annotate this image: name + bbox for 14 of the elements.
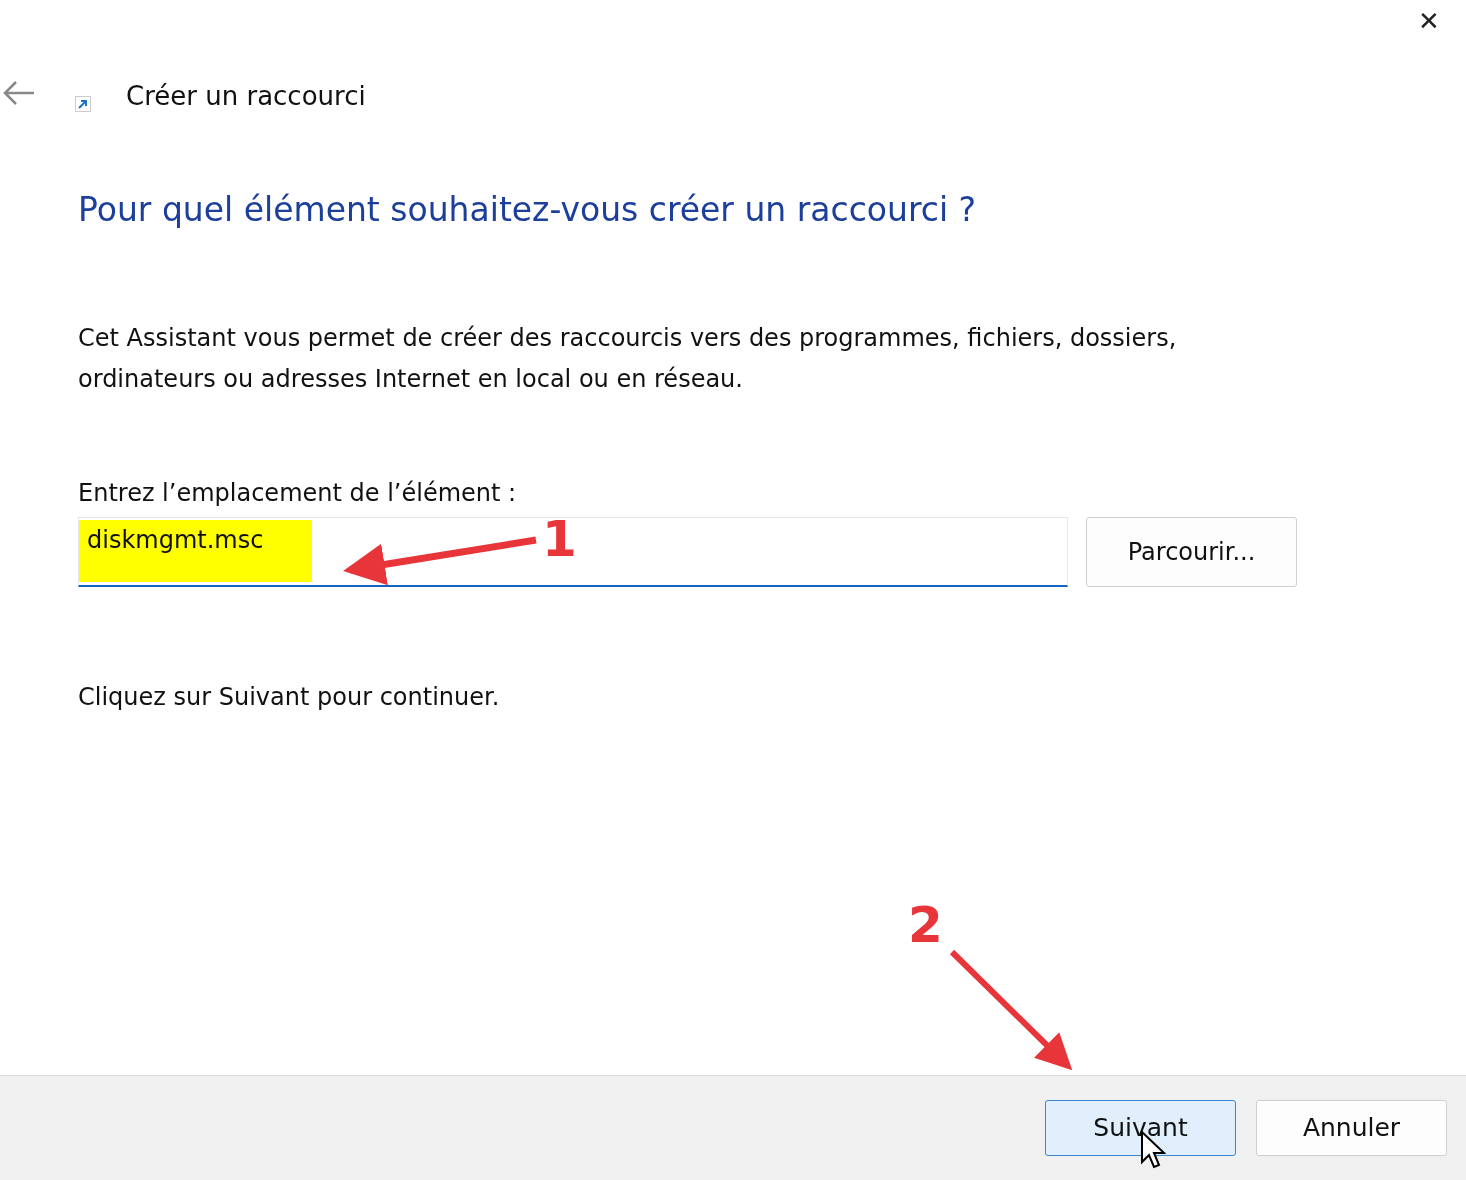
back-arrow-icon[interactable]	[2, 80, 36, 106]
description-text: Cet Assistant vous permet de créer des raccourcis vers des programmes, fichiers, dossiers,	[78, 322, 1178, 354]
window-title: Créer un raccourci	[126, 80, 366, 113]
close-button[interactable]: ✕	[1414, 2, 1444, 41]
cancel-button[interactable]: Annuler	[1256, 1100, 1447, 1156]
shortcut-icon	[75, 96, 91, 112]
wizard-heading: Pour quel élément souhaitez-vous créer un raccourci ?	[78, 190, 978, 230]
annotation-number: 1	[542, 514, 577, 564]
browse-button[interactable]: Parcourir...	[1086, 516, 1297, 587]
hint-text: Cliquez sur Suivant pour continuer.	[78, 681, 501, 713]
description-text: ordinateurs ou adresses Internet en local ou en réseau.	[78, 363, 744, 395]
next-button[interactable]: Suivant	[1045, 1100, 1236, 1156]
annotation-number: 2	[908, 900, 943, 950]
field-label: Entrez l’emplacement de l’élément :	[78, 477, 518, 509]
